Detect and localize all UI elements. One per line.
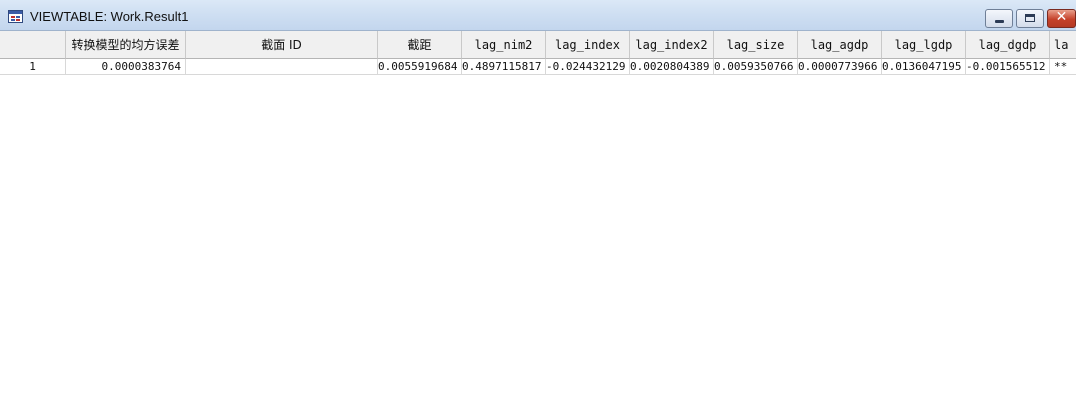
column-header-lag-index2[interactable]: lag_index2 [630, 31, 714, 59]
table-cell-truncated[interactable]: ** [1050, 59, 1076, 75]
table-cell[interactable]: -0.024432129 [546, 59, 630, 75]
column-header-lag-nim2[interactable]: lag_nim2 [462, 31, 546, 59]
column-header-lag-lgdp[interactable]: lag_lgdp [882, 31, 966, 59]
table-cell[interactable]: 0.0055919684 [378, 59, 462, 75]
close-button[interactable]: ✕ [1047, 9, 1076, 28]
minimize-button[interactable] [985, 9, 1013, 28]
viewtable-app-icon[interactable] [8, 10, 23, 23]
maximize-button[interactable] [1016, 9, 1044, 28]
table-cell[interactable]: -0.001565512 [966, 59, 1050, 75]
column-header-lag-index[interactable]: lag_index [546, 31, 630, 59]
table-cell[interactable]: 0.0000383764 [66, 59, 186, 75]
table-cell[interactable]: 0.0000773966 [798, 59, 882, 75]
window-titlebar[interactable]: VIEWTABLE: Work.Result1 ✕ [0, 0, 1076, 31]
window-title: VIEWTABLE: Work.Result1 [30, 9, 189, 24]
maximize-icon [1025, 14, 1035, 22]
minimize-icon [995, 20, 1004, 23]
column-header-truncated[interactable]: la [1050, 31, 1076, 59]
column-header-lag-size[interactable]: lag_size [714, 31, 798, 59]
table-cell[interactable] [186, 59, 378, 75]
column-header-lag-dgdp[interactable]: lag_dgdp [966, 31, 1050, 59]
table-cell[interactable]: 0.0059350766 [714, 59, 798, 75]
table-cell[interactable]: 0.0020804389 [630, 59, 714, 75]
column-header-mse[interactable]: 转换模型的均方误差 [66, 31, 186, 59]
column-header-intercept[interactable]: 截距 [378, 31, 462, 59]
column-header-section-id[interactable]: 截面 ID [186, 31, 378, 59]
close-icon: ✕ [1055, 9, 1068, 25]
table-cell[interactable]: 0.0136047195 [882, 59, 966, 75]
column-header-lag-agdp[interactable]: lag_agdp [798, 31, 882, 59]
row-header-corner[interactable] [0, 31, 66, 59]
row-number[interactable]: 1 [0, 59, 66, 75]
table-cell[interactable]: 0.4897115817 [462, 59, 546, 75]
